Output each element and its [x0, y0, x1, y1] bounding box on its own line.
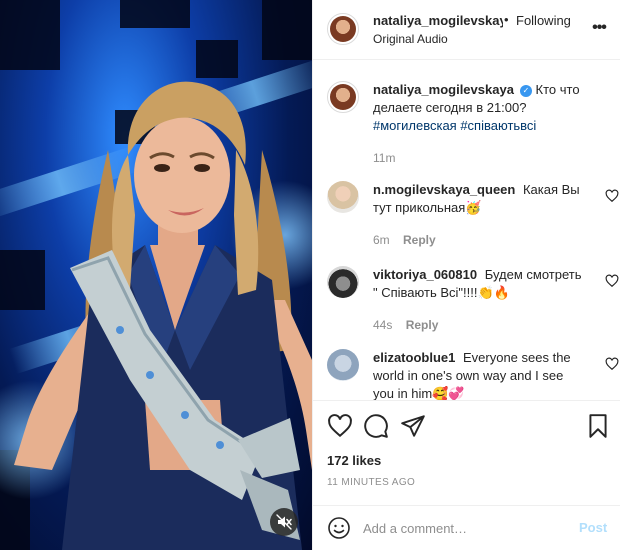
- post-timestamp[interactable]: 11 MINUTES AGO: [327, 477, 415, 488]
- separator-dot: •: [504, 12, 509, 27]
- author-avatar[interactable]: [327, 81, 359, 113]
- comment-input[interactable]: [363, 516, 563, 540]
- reply-button[interactable]: Reply: [406, 318, 439, 332]
- commenter-avatar[interactable]: [327, 266, 359, 298]
- comments-list[interactable]: nataliya_mogilevskaya ✓ Кто что делаете с…: [313, 61, 620, 400]
- emoji-icon[interactable]: [327, 516, 351, 540]
- caption-hashtags[interactable]: #могилевская #співаютьвсі: [373, 118, 536, 133]
- author-avatar[interactable]: [327, 13, 359, 45]
- following-status[interactable]: Following: [516, 13, 571, 28]
- performer-figure: [14, 81, 312, 550]
- bookmark-icon[interactable]: [585, 413, 611, 439]
- commenter-avatar[interactable]: [327, 181, 359, 213]
- likes-count[interactable]: 172 likes: [327, 453, 381, 468]
- caption-username[interactable]: nataliya_mogilevskaya: [373, 82, 514, 97]
- heart-icon[interactable]: [327, 413, 353, 439]
- author-username[interactable]: nataliya_mogilevskaya: [373, 13, 503, 28]
- commenter-avatar[interactable]: [327, 349, 359, 381]
- mute-button[interactable]: [270, 508, 298, 536]
- comment-username[interactable]: elizatooblue1: [373, 350, 455, 365]
- post-header: nataliya_mogilevskaya • Following Origin…: [313, 0, 620, 60]
- heart-icon[interactable]: [605, 189, 619, 203]
- comment-username[interactable]: viktoriya_060810: [373, 267, 477, 282]
- comment-age[interactable]: 44s: [373, 318, 392, 332]
- audio-label[interactable]: Original Audio: [373, 32, 448, 46]
- speaker-muted-icon: [276, 514, 292, 530]
- post-comment-button[interactable]: Post: [579, 520, 607, 535]
- more-horizontal-icon: •••: [592, 19, 607, 36]
- comment-icon[interactable]: [363, 413, 389, 439]
- comment-username[interactable]: n.mogilevskaya_queen: [373, 182, 515, 197]
- comment-composer: Post: [313, 505, 620, 550]
- heart-icon[interactable]: [605, 274, 619, 288]
- more-options-button[interactable]: •••: [589, 18, 609, 38]
- caption-age[interactable]: 11m: [373, 151, 395, 165]
- heart-icon[interactable]: [605, 357, 619, 371]
- post-side-panel: nataliya_mogilevskaya • Following Origin…: [312, 0, 620, 550]
- paper-plane-icon[interactable]: [400, 413, 426, 439]
- comment-age[interactable]: 6m: [373, 233, 390, 247]
- verified-badge-icon: ✓: [519, 85, 532, 97]
- video-player[interactable]: [0, 0, 312, 550]
- reply-button[interactable]: Reply: [403, 233, 436, 247]
- post-actions: 172 likes 11 MINUTES AGO: [313, 400, 620, 510]
